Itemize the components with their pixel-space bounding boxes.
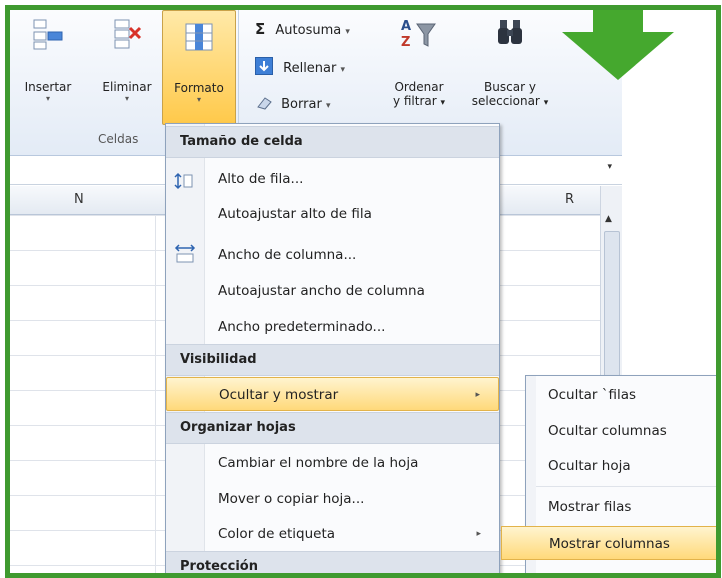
ordenar-label-2: y filtrar ▾ (392, 94, 446, 108)
section-tamano: Tamaño de celda (166, 126, 499, 158)
section-organizar: Organizar hojas (166, 412, 499, 444)
submenu-item-mostrar-hoja[interactable]: Mostrar hoja... (526, 562, 716, 573)
submenu-item-mostrar-columnas[interactable]: Mostrar columnas (501, 526, 716, 560)
scroll-up-icon[interactable]: ▲ (605, 214, 612, 224)
formato-button[interactable]: Formato ▾ (162, 10, 236, 125)
column-header-n[interactable]: N (74, 192, 84, 207)
menu-item-alto-fila[interactable]: Alto de fila... (166, 162, 499, 196)
buscar-seleccionar-button[interactable]: Buscar y seleccionar ▾ (460, 16, 560, 108)
borrar-label: Borrar (281, 97, 322, 112)
column-width-icon (174, 244, 196, 278)
fill-down-icon (255, 57, 273, 75)
formula-expand-icon[interactable]: ▾ (607, 162, 612, 172)
buscar-dropdown-icon: ▾ (543, 98, 549, 108)
insert-cells-icon (32, 18, 64, 50)
submenu-item-mostrar-filas[interactable]: Mostrar filas (526, 490, 716, 524)
excel-window: Insertar ▾ Eliminar ▾ Formato ▾ Celdas Σ… (10, 10, 716, 573)
formato-dropdown-icon: ▾ (196, 95, 201, 104)
autosuma-button[interactable]: Σ Autosuma ▾ (255, 20, 350, 38)
insertar-dropdown-icon: ▾ (45, 94, 50, 103)
rellenar-dropdown-icon: ▾ (340, 65, 346, 75)
borrar-dropdown-icon: ▾ (325, 101, 331, 111)
autosuma-label: Autosuma (275, 23, 342, 38)
green-arrow-icon (593, 10, 643, 33)
menu-item-autoajustar-alto[interactable]: Autoajustar alto de fila (166, 197, 499, 231)
menu-item-ocultar-mostrar[interactable]: Ocultar y mostrar ▸ (166, 377, 499, 411)
svg-text:Z: Z (401, 35, 410, 50)
insertar-label: Insertar (24, 80, 72, 94)
formato-menu: Tamaño de celda Alto de fila... Autoajus… (165, 123, 500, 573)
binoculars-icon (494, 16, 526, 48)
screenshot-frame: Insertar ▾ Eliminar ▾ Formato ▾ Celdas Σ… (5, 5, 721, 578)
sort-filter-icon: A Z (401, 16, 436, 50)
menu-item-ancho-columna[interactable]: Ancho de columna... (166, 238, 499, 272)
green-arrow-head-icon (562, 32, 674, 80)
sigma-icon: Σ (255, 20, 266, 38)
color-submenu-arrow-icon: ▸ (476, 529, 481, 539)
menu-item-autoajustar-ancho[interactable]: Autoajustar ancho de columna (166, 274, 499, 308)
menu-item-cambiar-nombre[interactable]: Cambiar el nombre de la hoja (166, 446, 499, 480)
formato-label: Formato (174, 81, 224, 95)
column-header-r[interactable]: R (565, 192, 574, 207)
ordenar-dropdown-icon: ▾ (440, 98, 446, 108)
delete-cells-icon (111, 18, 143, 50)
eraser-icon (255, 95, 273, 115)
ordenar-label-1: Ordenar (394, 80, 444, 94)
insertar-button[interactable]: Insertar ▾ (16, 18, 80, 104)
submenu-item-ocultar-filas[interactable]: Ocultar `filas (526, 378, 716, 412)
eliminar-button[interactable]: Eliminar ▾ (96, 18, 158, 104)
menu-item-color-etiqueta[interactable]: Color de etiqueta ▸ (166, 517, 499, 551)
ocultar-mostrar-submenu: Ocultar `filas Ocultar columnas Ocultar … (501, 375, 716, 573)
eliminar-label: Eliminar (102, 80, 152, 94)
rellenar-button[interactable]: Rellenar ▾ (255, 57, 345, 76)
submenu-item-ocultar-columnas[interactable]: Ocultar columnas (526, 414, 716, 448)
buscar-label-1: Buscar y (484, 80, 536, 94)
eliminar-dropdown-icon: ▾ (124, 94, 129, 103)
rellenar-label: Rellenar (283, 61, 337, 76)
section-visibilidad: Visibilidad (166, 344, 499, 376)
borrar-button[interactable]: Borrar ▾ (255, 95, 330, 115)
svg-text:A: A (401, 19, 411, 34)
buscar-label-2: seleccionar ▾ (471, 94, 549, 108)
section-proteccion: Protección (166, 551, 499, 573)
ordenar-filtrar-button[interactable]: A Z Ordenar y filtrar ▾ (380, 16, 458, 108)
menu-item-ancho-predeterminado[interactable]: Ancho predeterminado... (166, 310, 499, 344)
submenu-separator (536, 486, 716, 487)
format-cells-icon (183, 21, 215, 53)
autosuma-dropdown-icon: ▾ (345, 27, 350, 37)
submenu-item-ocultar-hoja[interactable]: Ocultar hoja (526, 449, 716, 483)
celdas-group-label: Celdas (98, 132, 139, 146)
submenu-arrow-icon: ▸ (475, 390, 480, 400)
menu-item-mover-copiar[interactable]: Mover o copiar hoja... (166, 482, 499, 516)
